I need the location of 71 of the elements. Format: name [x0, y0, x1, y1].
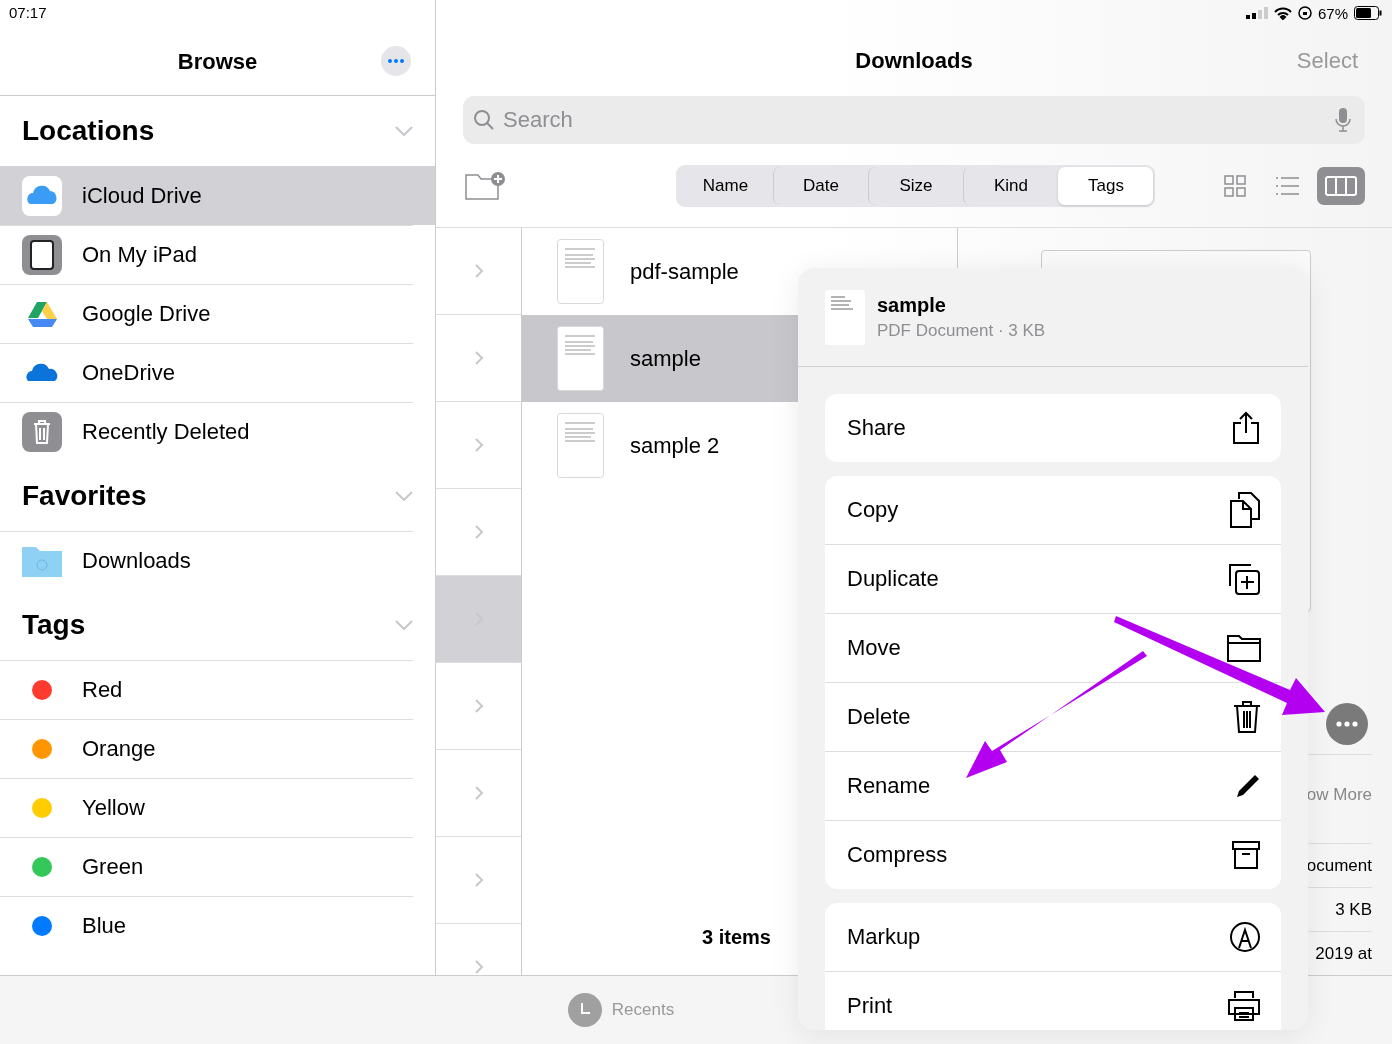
document-thumbnail [557, 413, 604, 478]
duplicate-icon [1227, 562, 1261, 596]
trash-icon [1233, 700, 1261, 734]
folder-row[interactable] [436, 576, 521, 663]
column-view-icon[interactable] [1317, 166, 1365, 205]
document-thumbnail [557, 239, 604, 304]
new-folder-icon[interactable] [464, 170, 506, 201]
wifi-icon [1273, 6, 1292, 20]
folder-title: Downloads [855, 48, 973, 74]
chevron-icon [473, 263, 484, 279]
sidebar-item[interactable]: Blue [0, 896, 413, 955]
chevron-icon [473, 785, 484, 801]
section-heading: Locations [22, 115, 155, 147]
microphone-icon[interactable] [1335, 107, 1351, 133]
menu-item[interactable]: Markup [825, 903, 1281, 971]
menu-item[interactable]: Copy [825, 476, 1281, 544]
printer-icon [1227, 990, 1261, 1022]
chevron-icon [473, 437, 484, 453]
sort-tab[interactable]: Size [868, 166, 963, 205]
tablet-icon [22, 235, 62, 275]
sidebar-item[interactable]: OneDrive [0, 343, 413, 402]
sidebar-item[interactable]: On My iPad [0, 225, 413, 284]
sidebar-item[interactable]: Recently Deleted [0, 402, 413, 461]
section-heading: Favorites [22, 480, 147, 512]
item-count: 3 items [702, 926, 771, 949]
sidebar-item[interactable]: Downloads [0, 531, 413, 590]
clock-icon [567, 993, 602, 1027]
search-field[interactable]: Search [463, 96, 1365, 144]
rotation-lock-icon [1297, 6, 1312, 20]
menu-item[interactable]: Duplicate [825, 544, 1281, 613]
more-button[interactable] [381, 46, 411, 76]
chevron-icon[interactable] [395, 620, 413, 630]
folder-icon [1227, 634, 1261, 662]
cloud-icon [22, 176, 62, 216]
chevron-icon [473, 872, 484, 888]
search-icon [473, 109, 495, 131]
section-heading: Tags [22, 609, 86, 641]
menu-item[interactable]: Share [825, 394, 1281, 462]
chevron-icon [473, 959, 484, 975]
share-icon [1231, 411, 1261, 445]
chevron-icon[interactable] [395, 491, 413, 501]
document-thumbnail [557, 326, 604, 391]
chevron-icon [473, 524, 484, 540]
folder-icon [22, 545, 62, 577]
status-time: 07:17 [9, 4, 47, 21]
signal-icon [1245, 7, 1268, 19]
sidebar-item[interactable]: Yellow [0, 778, 413, 837]
pen-tip-icon [1229, 921, 1261, 953]
sidebar-item[interactable]: Red [0, 660, 413, 719]
chevron-icon [473, 350, 484, 366]
menu-item[interactable]: Compress [825, 820, 1281, 889]
sidebar-title: Browse [177, 48, 258, 75]
battery-percent: 67% [1317, 4, 1348, 22]
chevron-icon [473, 698, 484, 714]
more-button[interactable] [1326, 703, 1368, 745]
trash-icon [22, 412, 62, 452]
file-name: sample [877, 293, 947, 317]
pencil-icon [1235, 773, 1261, 799]
copy-icon [1229, 491, 1261, 529]
sidebar-item[interactable]: iCloud Drive [0, 166, 435, 225]
menu-item[interactable]: Print [825, 971, 1281, 1030]
archive-box-icon [1231, 840, 1261, 870]
sort-tab[interactable]: Date [773, 166, 868, 205]
chevron-icon[interactable] [395, 126, 413, 136]
battery-icon [1354, 6, 1382, 20]
sidebar-item[interactable]: Google Drive [0, 284, 413, 343]
sort-tab[interactable]: Tags [1058, 166, 1153, 205]
sidebar-item[interactable]: Orange [0, 719, 413, 778]
sidebar-item[interactable]: Green [0, 837, 413, 896]
document-thumbnail [825, 289, 865, 345]
sort-tab[interactable]: Name [678, 166, 773, 205]
